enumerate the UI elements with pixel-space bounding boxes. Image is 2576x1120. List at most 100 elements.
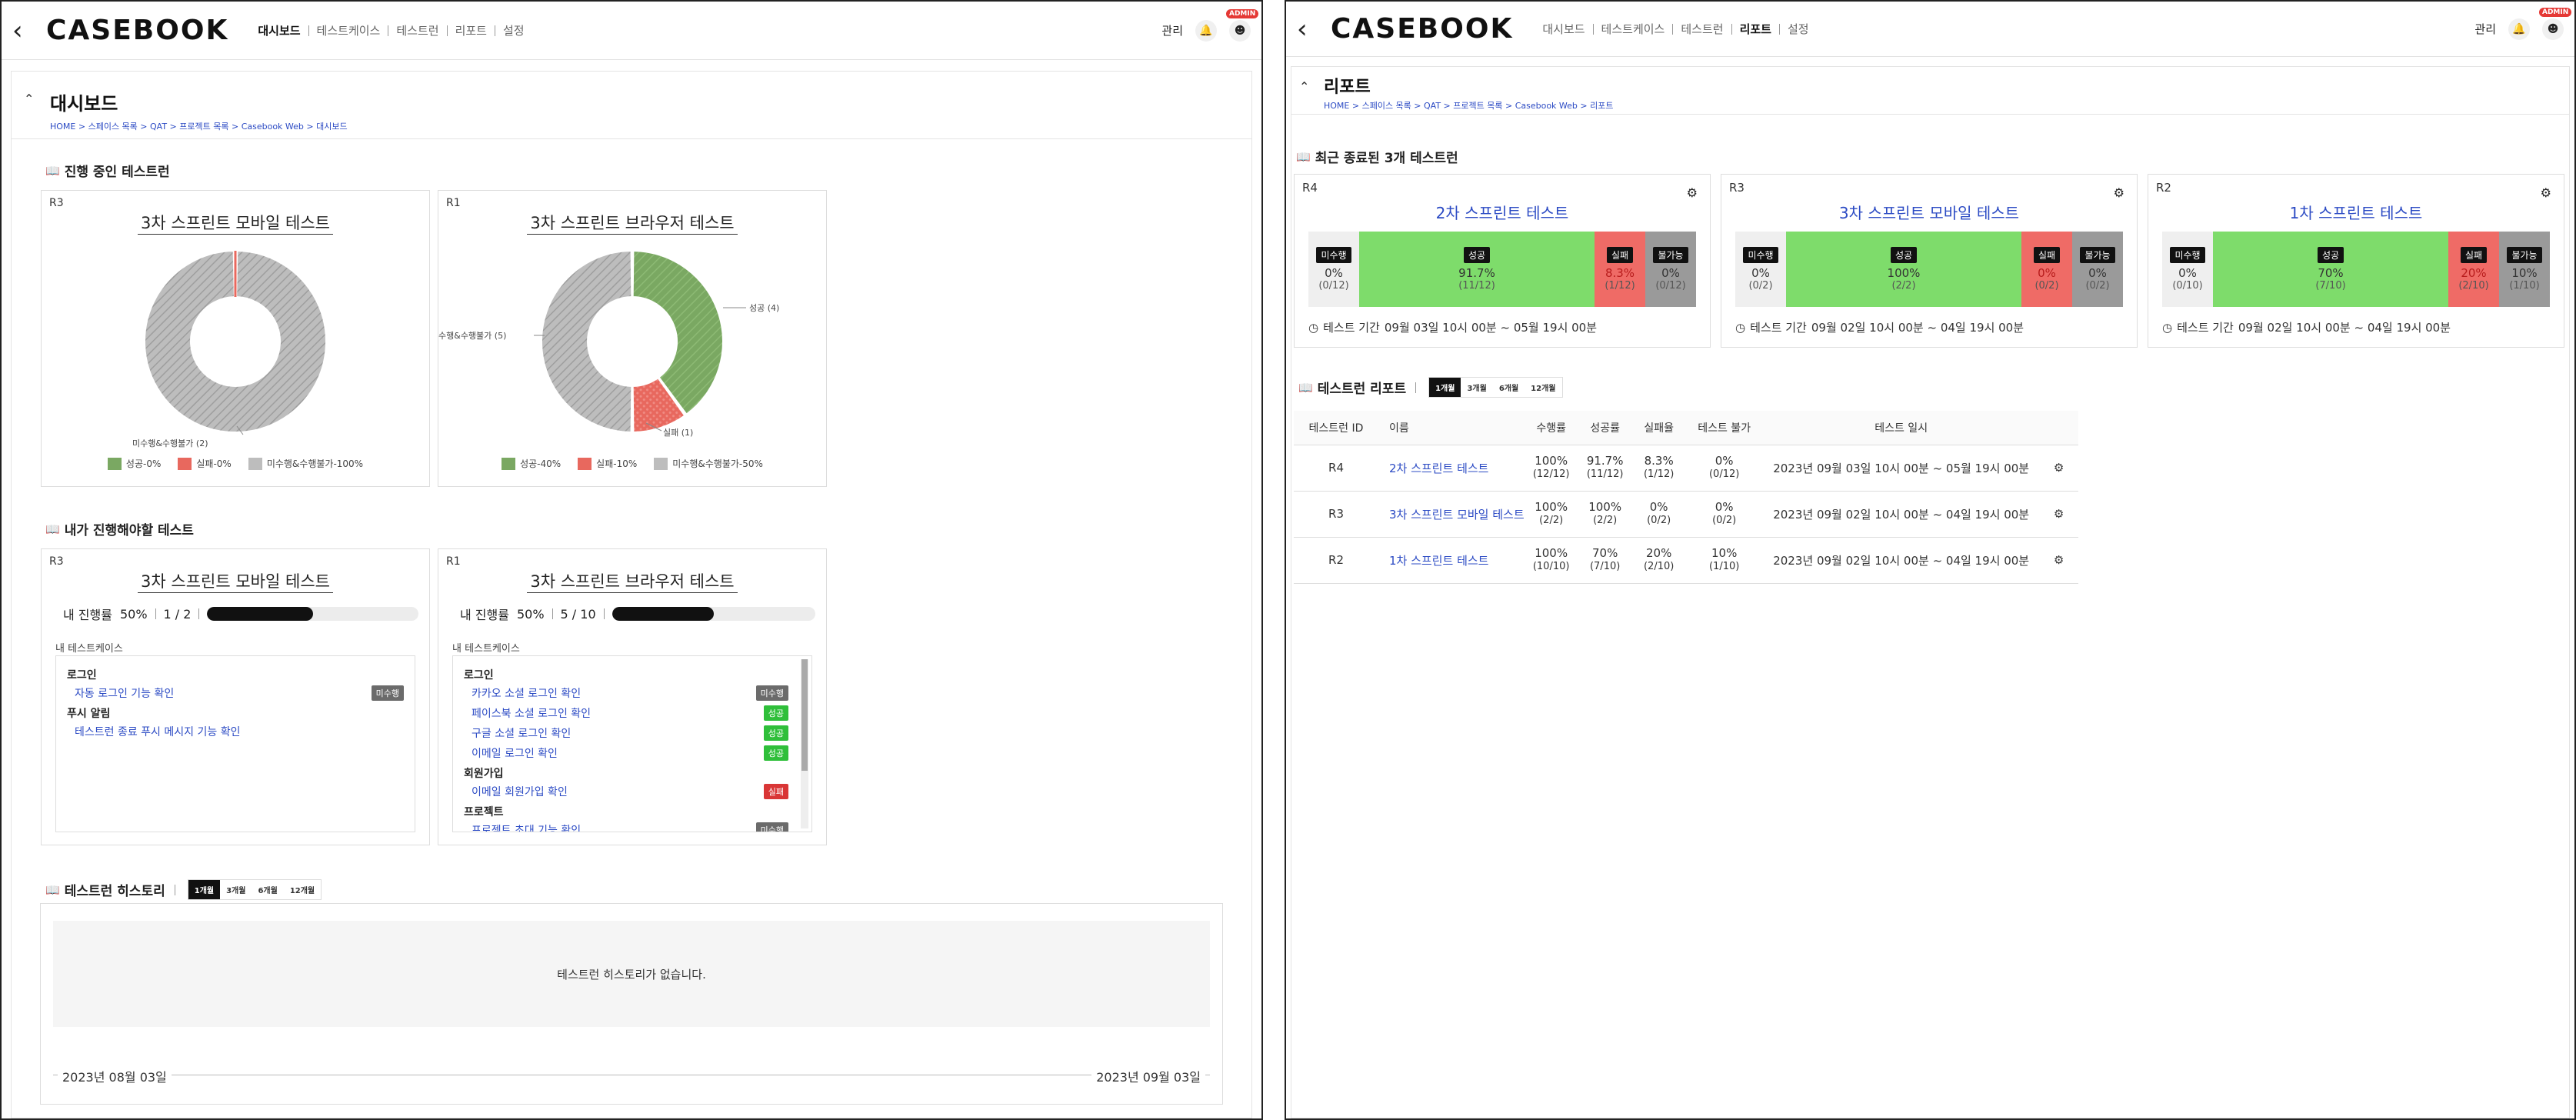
- breadcrumb[interactable]: HOME > 스페이스 목록 > QAT > 프로젝트 목록 > Caseboo…: [50, 120, 1238, 132]
- gear-icon[interactable]: ⚙: [2054, 507, 2064, 521]
- manage-link[interactable]: 관리: [2474, 21, 2496, 37]
- window-gap: [1263, 0, 1285, 1120]
- cell-id: R2: [1294, 537, 1378, 584]
- nav-dashboard[interactable]: 대시보드: [250, 22, 308, 38]
- book-icon: 📖: [1296, 149, 1311, 164]
- tc-group: 푸시 알림: [67, 708, 111, 720]
- nav-testcases[interactable]: 테스트케이스: [309, 22, 388, 38]
- testrun-id: R4: [1302, 181, 1318, 195]
- tc-item[interactable]: 구글 소셜 로그인 확인 성공: [472, 725, 788, 741]
- recent-run-card-r2[interactable]: R2 ⚙ 1차 스프린트 테스트 미수행 0% (0/10) 성공 70% (7/10)…: [2148, 174, 2564, 348]
- user-avatar-icon[interactable]: ☻ ADMIN: [1226, 8, 1259, 42]
- col-testrun-id: 테스트런 ID: [1294, 411, 1378, 445]
- history-empty-message: 테스트런 히스토리가 없습니다.: [53, 921, 1210, 1027]
- my-testcases-list[interactable]: 로그인 카카오 소셜 로그인 확인 미수행 페이스북 소셜 로그인 확인 성공 구글…: [452, 655, 812, 832]
- period-tab-12m[interactable]: 12개월: [1525, 378, 1562, 397]
- testrun-id: R1: [446, 555, 461, 568]
- status-badge: 미수행: [755, 822, 788, 832]
- period-tab-3m[interactable]: 3개월: [1461, 378, 1493, 397]
- tc-item[interactable]: 이메일 회원가입 확인 실패: [472, 784, 788, 799]
- period-tab-1m[interactable]: 1개월: [1429, 378, 1461, 397]
- collapse-chevron-icon[interactable]: ⌃: [24, 92, 34, 106]
- tc-item[interactable]: 이메일 로그인 확인 성공: [472, 745, 788, 761]
- gear-icon[interactable]: ⚙: [2114, 185, 2124, 200]
- progress-bar: [207, 607, 418, 621]
- segment-untested: 미수행 0% (0/12): [1308, 232, 1359, 307]
- collapse-chevron-icon[interactable]: ⌃: [1299, 79, 1309, 94]
- scrollbar[interactable]: [801, 659, 808, 828]
- bell-icon[interactable]: 🔔: [1195, 19, 1217, 42]
- testrun-title[interactable]: 3차 스프린트 브라우저 테스트: [527, 572, 738, 593]
- progress-percent: 50%: [516, 606, 545, 622]
- page-title: 리포트: [1324, 78, 1371, 97]
- nav-testruns[interactable]: 테스트런: [1673, 21, 1731, 37]
- user-avatar-icon[interactable]: ☻ ADMIN: [2539, 7, 2572, 40]
- testrun-link[interactable]: 1차 스프린트 테스트: [1389, 554, 1488, 568]
- tc-item[interactable]: 페이스북 소셜 로그인 확인 성공: [472, 705, 788, 721]
- col-exec-rate: 수행률: [1524, 411, 1578, 445]
- segment-untested: 미수행 0% (0/10): [2162, 232, 2213, 307]
- back-arrow-icon[interactable]: ‹: [1297, 14, 1320, 45]
- breadcrumb[interactable]: HOME > 스페이스 목록 > QAT > 프로젝트 목록 > Caseboo…: [1324, 99, 2561, 112]
- nav-reports[interactable]: 리포트: [1732, 21, 1779, 37]
- period-tab-3m[interactable]: 3개월: [220, 880, 252, 899]
- test-period: ◷ 테스트 기간 09월 02일 10시 00분 ~ 04일 19시 00분: [2162, 320, 2451, 335]
- table-row[interactable]: R4 2차 스프린트 테스트 100% (12/12) 91.7% (11/12) …: [1294, 445, 2078, 492]
- logo[interactable]: CASEBOOK: [46, 15, 228, 46]
- tc-item[interactable]: 자동 로그인 기능 확인 미수행: [75, 685, 404, 701]
- tc-item[interactable]: 테스트런 종료 푸시 메시지 기능 확인: [75, 724, 404, 739]
- manage-link[interactable]: 관리: [1161, 22, 1183, 38]
- legend-swatch-success: [502, 457, 516, 470]
- ongoing-card-r3[interactable]: R3 3차 스프린트 모바일 테스트 미수행&수행불가 (2) 성공-0% 실패…: [41, 190, 430, 487]
- tc-group: 회원가입: [464, 768, 504, 780]
- test-period: ◷ 테스트 기간 09월 02일 10시 00분 ~ 04일 19시 00분: [1735, 320, 2024, 335]
- gear-icon[interactable]: ⚙: [1687, 185, 1698, 200]
- period-tab-1m[interactable]: 1개월: [188, 880, 221, 899]
- testrun-title[interactable]: 3차 스프린트 모바일 테스트: [1721, 201, 2137, 223]
- table-row[interactable]: R2 1차 스프린트 테스트 100% (10/10) 70% (7/10) 20%…: [1294, 537, 2078, 584]
- testrun-title[interactable]: 2차 스프린트 테스트: [1295, 201, 1710, 223]
- recent-run-card-r4[interactable]: R4 ⚙ 2차 스프린트 테스트 미수행 0% (0/12) 성공 91.7% (11/…: [1294, 174, 1711, 348]
- recent-run-card-r3[interactable]: R3 ⚙ 3차 스프린트 모바일 테스트 미수행 0% (0/2) 성공 100% (2…: [1721, 174, 2138, 348]
- cell-date: 2023년 09월 02일 10시 00분 ~ 04일 19시 00분: [1762, 537, 2040, 584]
- my-progress: 내 진행률 50% 1 / 2: [63, 605, 418, 623]
- section-ongoing-title: 📖 진행 중인 테스트런: [45, 163, 170, 181]
- period-tab-6m[interactable]: 6개월: [1492, 378, 1525, 397]
- period-tab-12m[interactable]: 12개월: [283, 880, 322, 899]
- logo[interactable]: CASEBOOK: [1331, 13, 1513, 45]
- my-test-card-r3: R3 3차 스프린트 모바일 테스트 내 진행률 50% 1 / 2 내 테스트…: [41, 548, 430, 845]
- gear-icon[interactable]: ⚙: [2541, 185, 2551, 200]
- my-progress: 내 진행률 50% 5 / 10: [460, 605, 815, 623]
- my-testcases-label: 내 테스트케이스: [452, 643, 520, 655]
- testrun-title[interactable]: 3차 스프린트 모바일 테스트: [138, 572, 333, 593]
- gear-icon[interactable]: ⚙: [2054, 553, 2064, 567]
- progress-bar: [612, 607, 815, 621]
- segment-untestable: 불가능 0% (0/2): [2072, 232, 2123, 307]
- progress-count: 1 / 2: [163, 606, 192, 622]
- period-tab-6m[interactable]: 6개월: [252, 880, 284, 899]
- testrun-link[interactable]: 2차 스프린트 테스트: [1389, 462, 1488, 475]
- nav-reports[interactable]: 리포트: [448, 22, 495, 38]
- tc-item[interactable]: 프로젝트 초대 기능 확인 미수행: [472, 822, 788, 832]
- book-icon: 📖: [45, 882, 60, 897]
- testrun-title[interactable]: 1차 스프린트 테스트: [2148, 201, 2564, 223]
- col-actions: [2039, 411, 2078, 445]
- segment-passed: 성공 91.7% (11/12): [1359, 232, 1595, 307]
- nav-settings[interactable]: 설정: [495, 22, 532, 38]
- book-icon: 📖: [45, 522, 60, 536]
- history-start-date: 2023년 08월 03일: [58, 1067, 172, 1085]
- bell-icon[interactable]: 🔔: [2508, 18, 2530, 40]
- slice-label-untested: 수행&수행불가 (5): [438, 331, 507, 341]
- ongoing-card-r1[interactable]: R1 3차 스프린트 브라우저 테스트 성공 (4) 실패 (1) 수행&수행불…: [438, 190, 827, 487]
- testrun-link[interactable]: 3차 스프린트 모바일 테스트: [1389, 508, 1525, 522]
- nav-testcases[interactable]: 테스트케이스: [1594, 21, 1673, 37]
- tc-item[interactable]: 카카오 소셜 로그인 확인 미수행: [472, 685, 788, 701]
- nav-settings[interactable]: 설정: [1780, 21, 1817, 37]
- slice-untested[interactable]: [541, 249, 633, 434]
- nav-testruns[interactable]: 테스트런: [388, 22, 446, 38]
- back-arrow-icon[interactable]: ‹: [12, 15, 35, 46]
- nav-dashboard[interactable]: 대시보드: [1535, 21, 1592, 37]
- table-row[interactable]: R3 3차 스프린트 모바일 테스트 100% (2/2) 100% (2/2) 0…: [1294, 491, 2078, 538]
- report-table: 테스트런 ID 이름 수행률 성공률 실패율 테스트 불가 테스트 일시 R4 …: [1294, 411, 2078, 584]
- gear-icon[interactable]: ⚙: [2054, 461, 2064, 475]
